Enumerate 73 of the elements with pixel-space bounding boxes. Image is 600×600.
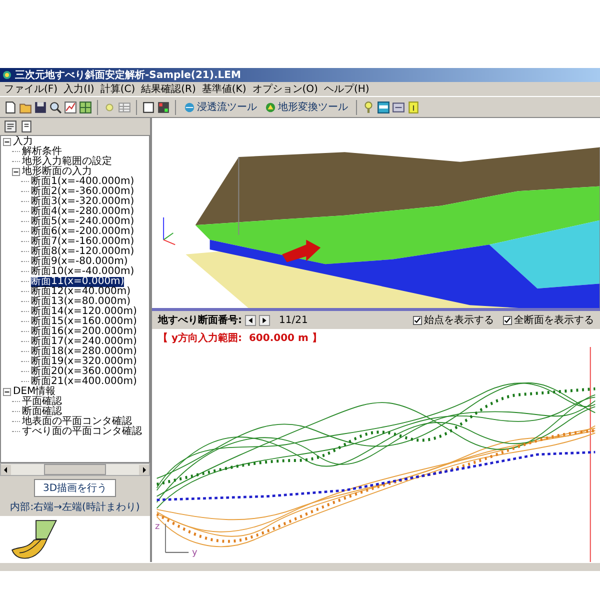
tree-item[interactable]: 断面4(x=-280.000m) [31, 206, 134, 217]
tree-item[interactable]: 断面17(x=240.000m) [31, 336, 137, 347]
direction-note: 内部:右端→左端(時計まわり) [9, 500, 141, 515]
axis-icon [164, 523, 190, 553]
tree-toggle-icon[interactable] [12, 168, 20, 176]
tree-item[interactable]: DEM情報 [13, 386, 56, 397]
tree-item[interactable]: 断面10(x=-40.000m) [31, 266, 134, 277]
tree-item[interactable]: 地表面の平面コンタ確認 [22, 416, 132, 427]
horizontal-scrollbar[interactable] [0, 463, 150, 476]
checkbox[interactable] [503, 316, 512, 324]
tree-item[interactable]: 断面7(x=-160.000m) [31, 236, 134, 247]
window-icon[interactable] [377, 100, 390, 114]
menu-item[interactable]: オプション(O) [252, 82, 318, 96]
menu-item[interactable]: 基準値(K) [202, 82, 246, 96]
section-number-label: 地すべり断面番号: [158, 314, 242, 327]
z-axis-label: z [155, 522, 160, 532]
section-counter: 11/21 [279, 314, 308, 326]
tree-item[interactable]: 断面1(x=-400.000m) [31, 176, 134, 187]
palette-icon[interactable] [157, 100, 170, 114]
previous-icon[interactable] [245, 314, 256, 326]
tree-item[interactable]: 入力 [13, 136, 33, 147]
tree-item[interactable]: 断面14(x=120.000m) [31, 306, 137, 317]
square-icon[interactable] [142, 100, 155, 114]
checkbox[interactable] [413, 316, 422, 324]
mountain-icon [265, 102, 276, 112]
checkbox-label: 全断面を表示する [514, 314, 594, 327]
tree-item[interactable]: 地形入力範囲の設定 [22, 156, 112, 167]
tree-item[interactable]: 断面20(x=360.000m) [31, 366, 137, 377]
expand-icon[interactable] [4, 120, 17, 133]
tool-button[interactable]: 地形変換ツール [262, 100, 351, 114]
range-label: 【 y方向入力範囲: 600.000 m 】 [157, 331, 323, 346]
terrain-3d-view[interactable] [152, 118, 600, 308]
y-axis-label: y [192, 548, 198, 558]
tree-item[interactable]: 断面15(x=160.000m) [31, 316, 137, 327]
window-title: 三次元地すべり斜面安定解析-Sample(21).LEM [15, 68, 241, 82]
menu-item[interactable]: ヘルプ(H) [324, 82, 370, 96]
tree-item[interactable]: 断面3(x=-320.000m) [31, 196, 134, 207]
app-icon [2, 70, 12, 80]
tree-item[interactable]: 断面5(x=-240.000m) [31, 216, 134, 227]
chart-icon[interactable] [64, 100, 77, 114]
magnifier-icon[interactable] [49, 100, 62, 114]
new-file-icon[interactable] [4, 100, 17, 114]
menu-item[interactable]: 計算(C) [100, 82, 136, 96]
tree-item[interactable]: 断面6(x=-200.000m) [31, 226, 134, 237]
tree-item[interactable]: 断面2(x=-360.000m) [31, 186, 134, 197]
save-icon[interactable] [34, 100, 47, 114]
tree-item[interactable]: 断面19(x=320.000m) [31, 356, 137, 367]
tree-item[interactable]: すべり面の平面コンタ確認 [22, 426, 142, 437]
tree-item[interactable]: 断面9(x=-80.000m) [31, 256, 128, 267]
tree-item[interactable]: 地形断面の入力 [22, 166, 92, 177]
tree-item[interactable]: 平面確認 [22, 396, 62, 407]
tree-item[interactable]: 断面12(x=40.000m) [31, 286, 131, 297]
checkbox-label: 始点を表示する [424, 314, 494, 327]
axis-icon [163, 216, 176, 246]
scroll-left-icon[interactable] [1, 464, 11, 474]
tree-item[interactable]: 断面18(x=280.000m) [31, 346, 137, 357]
tree-item[interactable]: 断面13(x=80.000m) [31, 296, 131, 307]
tree-item[interactable]: 断面16(x=200.000m) [31, 326, 137, 337]
menu-item[interactable]: ファイル(F) [4, 82, 58, 96]
tree-item[interactable]: 断面確認 [22, 406, 62, 417]
scroll-right-icon[interactable] [139, 464, 149, 474]
tree-toggle-icon[interactable] [3, 388, 11, 396]
tree-toggle-icon[interactable] [3, 138, 11, 146]
menu-item[interactable]: 入力(I) [64, 82, 94, 96]
tree-item[interactable]: 断面21(x=400.000m) [31, 376, 137, 387]
tree-item[interactable]: 断面8(x=-120.000m) [31, 246, 134, 257]
next-icon[interactable] [259, 314, 270, 326]
draw-3d-button[interactable]: 3D描画を行う [34, 479, 116, 497]
tool-button[interactable]: 浸透流ツール [181, 100, 260, 114]
tree-item[interactable]: 解析条件 [22, 146, 62, 157]
document-icon[interactable] [20, 120, 33, 133]
menu-item[interactable]: 結果確認(R) [141, 82, 196, 96]
grid-icon[interactable] [79, 100, 92, 114]
